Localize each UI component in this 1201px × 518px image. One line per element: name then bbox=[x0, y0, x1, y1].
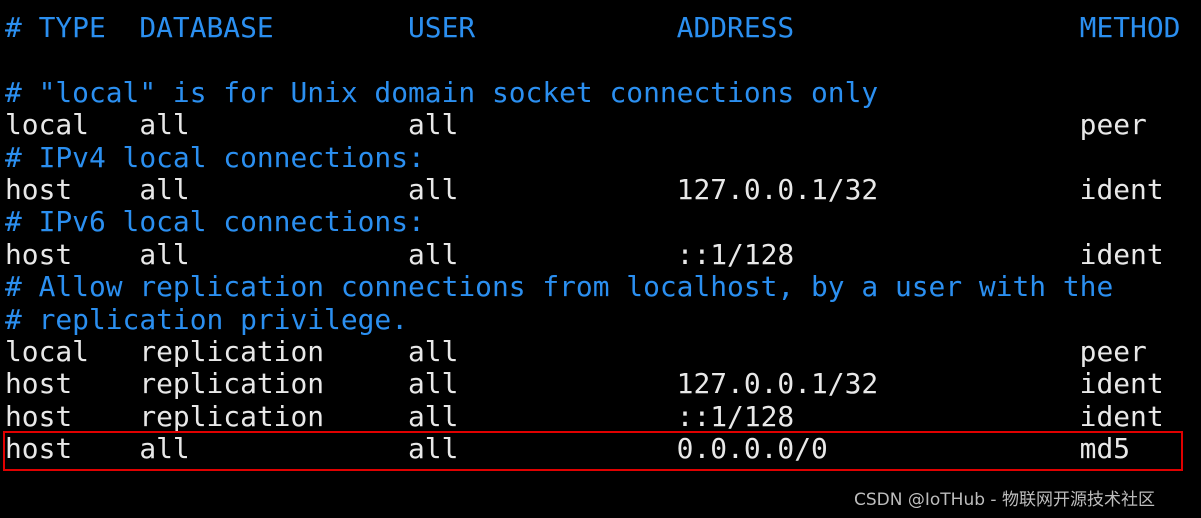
comment-line: # replication privilege. bbox=[5, 302, 408, 336]
config-entry-line: local all all peer bbox=[5, 108, 1147, 142]
config-entry-line: host all all ::1/128 ident bbox=[5, 237, 1164, 271]
highlight-box bbox=[3, 431, 1183, 471]
comment-line: # Allow replication connections from loc… bbox=[5, 270, 1114, 304]
watermark: CSDN @IoTHub - 物联网开源技术社区 bbox=[854, 490, 1155, 510]
comment-line: # IPv4 local connections: bbox=[5, 140, 425, 174]
config-entry-line: host all all 127.0.0.1/32 ident bbox=[5, 172, 1164, 206]
config-entry-line: host replication all ::1/128 ident bbox=[5, 399, 1164, 433]
comment-line: # IPv6 local connections: bbox=[5, 205, 425, 239]
comment-line: # TYPE DATABASE USER ADDRESS METHOD bbox=[5, 11, 1181, 44]
config-entry-line: local replication all peer bbox=[5, 334, 1147, 368]
terminal-output: # TYPE DATABASE USER ADDRESS METHOD # "lo… bbox=[5, 11, 1181, 465]
config-entry-line: host replication all 127.0.0.1/32 ident bbox=[5, 367, 1164, 401]
comment-line: # "local" is for Unix domain socket conn… bbox=[5, 75, 879, 109]
